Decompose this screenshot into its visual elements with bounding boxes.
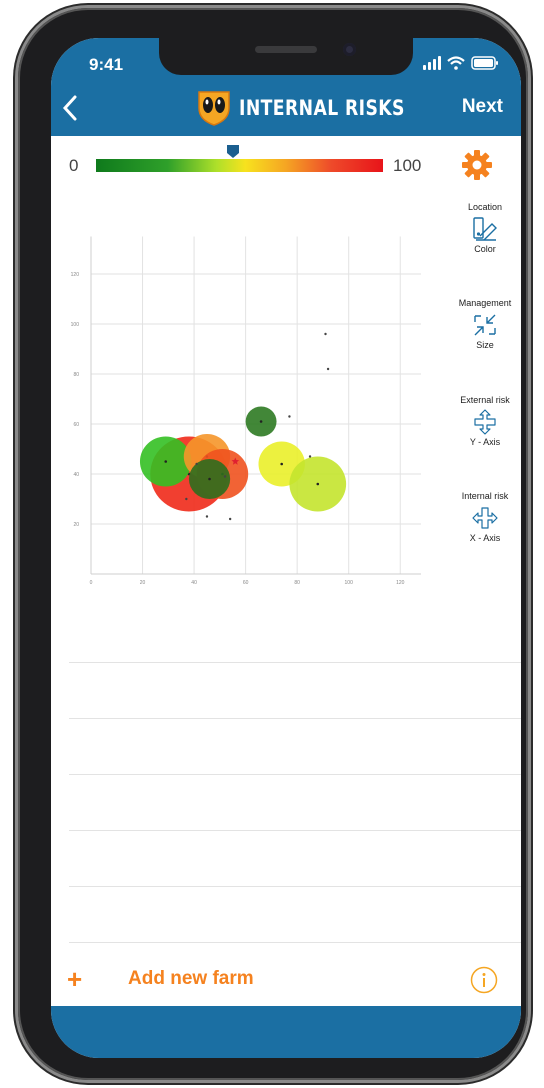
back-chevron-icon[interactable] <box>61 94 79 122</box>
bubble-center-dot <box>208 477 211 481</box>
data-point-small <box>288 415 291 418</box>
risk-scale-bar <box>96 159 383 172</box>
list-divider <box>69 830 521 831</box>
page-title-group: INTERNAL RISKS <box>197 90 441 126</box>
control-external-risk-sub: Y - Axis <box>469 437 501 447</box>
bubble-center-dot <box>316 482 320 486</box>
y-tick-label: 120 <box>71 272 80 278</box>
bubble-center-dot <box>259 420 263 423</box>
control-management[interactable]: Management Size <box>450 298 520 350</box>
control-location-label: Location <box>467 202 503 212</box>
page-title: INTERNAL RISKS <box>239 96 405 120</box>
device-notch <box>159 38 413 75</box>
scale-marker-icon[interactable] <box>227 145 239 158</box>
control-location[interactable]: Location Color <box>450 202 520 254</box>
data-point-small <box>185 497 188 501</box>
compress-arrows-icon <box>474 314 496 336</box>
risk-bubble-chart: 02040608010012020406080100120Against all… <box>71 236 421 586</box>
horizontal-arrows-icon <box>472 507 498 529</box>
bubble-center-dot <box>280 462 283 466</box>
data-point-small <box>326 367 330 371</box>
status-time: 9:41 <box>89 55 124 74</box>
control-location-sub: Color <box>474 244 496 254</box>
info-icon[interactable] <box>470 966 498 994</box>
status-icons <box>423 56 499 70</box>
y-tick-label: 40 <box>73 472 79 478</box>
control-management-sub: Size <box>476 340 494 350</box>
data-point-small <box>228 517 232 521</box>
bubble-center-dot <box>164 460 168 463</box>
data-point-small <box>324 332 327 336</box>
x-tick-label: 40 <box>191 580 197 586</box>
control-internal-risk-sub: X - Axis <box>469 533 501 543</box>
data-point-small <box>308 455 312 458</box>
scale-min-label: 0 <box>69 156 79 175</box>
x-tick-label: 120 <box>396 580 405 586</box>
y-tick-label: 60 <box>73 422 79 428</box>
app-logo-icon <box>198 91 230 126</box>
list-divider <box>69 774 521 775</box>
control-external-risk[interactable]: External risk Y - Axis <box>450 395 520 447</box>
vertical-arrows-icon <box>474 409 496 435</box>
list-divider <box>69 662 521 663</box>
app-screen: 9:41 INTERNAL RISKS Next 0 100 0 20 40 6… <box>51 38 521 1058</box>
bottom-bar <box>51 1006 521 1058</box>
header-bar: 9:41 INTERNAL RISKS Next <box>51 38 521 136</box>
x-tick-label: 20 <box>140 580 146 586</box>
settings-gear-icon[interactable] <box>461 149 493 181</box>
palette-swatch-icon <box>473 217 497 241</box>
y-tick-label: 80 <box>73 372 79 378</box>
signal-icon <box>423 56 441 70</box>
battery-icon <box>471 56 498 70</box>
data-point-small <box>205 515 209 518</box>
list-divider <box>69 942 521 943</box>
x-tick-label: 60 <box>243 580 249 586</box>
control-internal-risk[interactable]: Internal risk X - Axis <box>450 491 520 543</box>
list-divider <box>69 718 521 719</box>
data-point-small <box>195 462 198 466</box>
x-tick-label: 0 <box>90 580 93 586</box>
wifi-icon <box>447 56 465 70</box>
data-point-small <box>223 475 227 478</box>
control-management-label: Management <box>458 298 512 308</box>
scale-max-label: 100 <box>393 156 422 175</box>
y-tick-label: 20 <box>73 522 79 528</box>
control-external-risk-label: External risk <box>460 395 510 405</box>
list-divider <box>69 886 521 887</box>
x-tick-label: 80 <box>294 580 300 586</box>
control-internal-risk-label: Internal risk <box>461 491 509 501</box>
x-tick-label: 100 <box>345 580 354 586</box>
next-button[interactable]: Next <box>462 96 503 118</box>
y-tick-label: 100 <box>71 322 80 328</box>
add-farm-plus-icon[interactable]: + <box>67 964 82 995</box>
add-new-farm-button[interactable]: Add new farm <box>128 968 254 990</box>
